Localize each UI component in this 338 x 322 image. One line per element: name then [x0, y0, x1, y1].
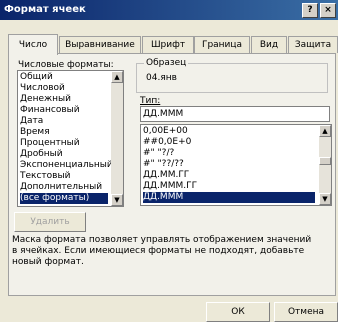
formats-scrollbar[interactable]: ▲ ▼	[111, 71, 123, 206]
scroll-thumb[interactable]	[319, 157, 331, 165]
tab-alignment[interactable]: Выравнивание	[59, 36, 141, 53]
scroll-down-icon[interactable]: ▼	[111, 194, 123, 206]
format-item[interactable]: Текстовый	[20, 171, 70, 182]
title-bar: Формат ячеек ? ×	[0, 0, 338, 20]
scroll-down-icon[interactable]: ▼	[319, 193, 331, 205]
tab-font[interactable]: Шрифт	[142, 36, 194, 53]
format-item[interactable]: Дополнительный	[20, 182, 102, 193]
scroll-up-icon[interactable]: ▲	[319, 125, 331, 137]
format-item[interactable]: Экспоненциальный	[20, 160, 113, 171]
type-item[interactable]: 0,00E+00	[143, 126, 188, 137]
format-item[interactable]: Дробный	[20, 149, 63, 160]
format-item[interactable]: Дата	[20, 116, 43, 127]
type-input[interactable]: ДД.МММ	[140, 106, 330, 122]
format-item[interactable]: Денежный	[20, 94, 71, 105]
sample-label: Образец	[144, 58, 189, 68]
format-item[interactable]: Общий	[20, 72, 53, 83]
type-item[interactable]: #" "?/?	[143, 148, 174, 159]
type-list[interactable]: 0,00E+00 ##0,0E+0 #" "?/? #" "??/?? ДД.М…	[140, 124, 332, 206]
type-item[interactable]: #" "??/??	[143, 159, 184, 170]
format-item[interactable]: Числовой	[20, 83, 65, 94]
format-description: Маска формата позволяет управлять отобра…	[12, 235, 312, 267]
sample-value: 04.янв	[146, 73, 177, 83]
tab-number[interactable]: Число	[8, 34, 58, 55]
type-item[interactable]: ДД.МММ.ГГ	[143, 181, 197, 192]
type-item-selected[interactable]: ДД.МММ	[143, 192, 315, 203]
format-item[interactable]: Финансовый	[20, 105, 80, 116]
formats-list[interactable]: Общий Числовой Денежный Финансовый Дата …	[17, 70, 124, 207]
format-item[interactable]: Время	[20, 127, 50, 138]
scroll-up-icon[interactable]: ▲	[111, 71, 123, 83]
format-item[interactable]: Процентный	[20, 138, 80, 149]
tab-protection[interactable]: Защита	[288, 36, 338, 53]
type-item[interactable]: ДД.ММ.ГГ	[143, 170, 189, 181]
cancel-button[interactable]: Отмена	[274, 302, 338, 322]
format-item-selected[interactable]: (все форматы)	[20, 193, 108, 204]
tab-view[interactable]: Вид	[251, 36, 287, 53]
close-button[interactable]: ×	[320, 3, 336, 18]
formats-label: Числовые форматы:	[18, 60, 114, 70]
delete-button[interactable]: Удалить	[14, 212, 86, 232]
ok-button[interactable]: ОК	[206, 302, 270, 322]
window-title: Формат ячеек	[4, 4, 86, 15]
type-scrollbar[interactable]: ▲ ▼	[319, 125, 331, 205]
type-item[interactable]: ##0,0E+0	[143, 137, 191, 148]
tab-border[interactable]: Граница	[194, 36, 250, 53]
help-button[interactable]: ?	[302, 3, 318, 18]
type-label: Тип:	[140, 96, 161, 106]
